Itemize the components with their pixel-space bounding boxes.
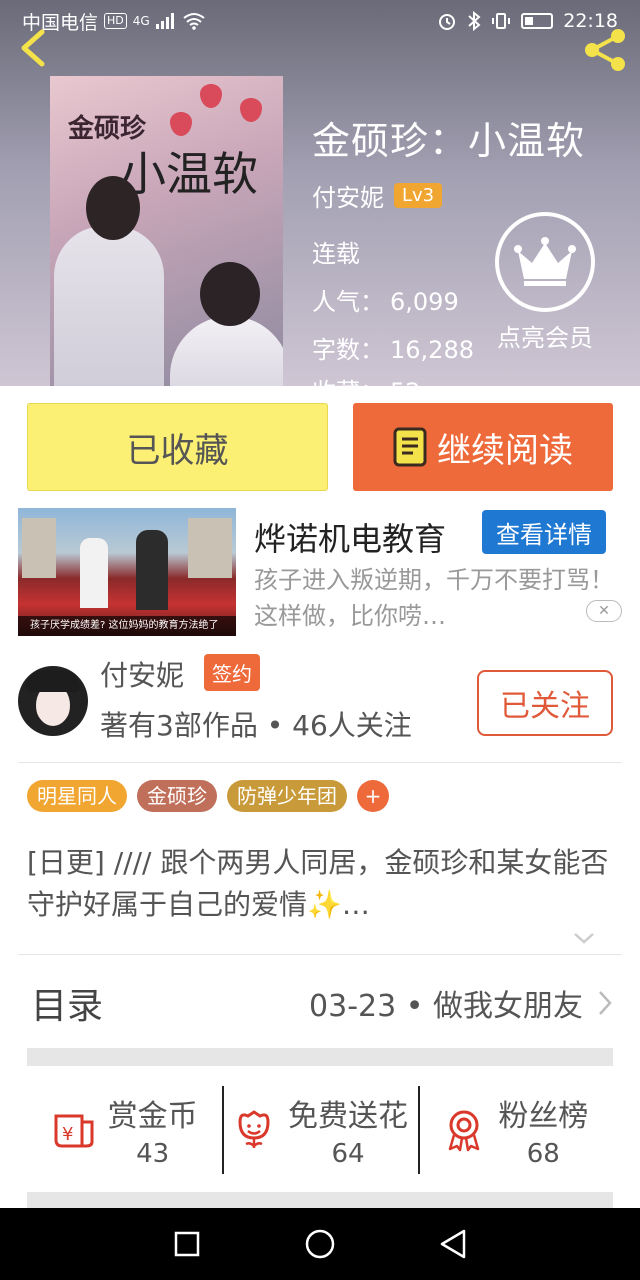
share-button[interactable] xyxy=(582,26,630,74)
back-nav-button[interactable] xyxy=(433,1224,473,1264)
chevron-right-icon xyxy=(599,991,612,1015)
ad-details-button[interactable]: 查看详情 xyxy=(482,510,606,554)
square-icon xyxy=(174,1231,199,1257)
divider xyxy=(18,762,622,763)
book-header: 中国电信 HD 4G 22:18 金硕珍 小温软 金硕珍：小温软 付安妮 Lv3… xyxy=(0,0,640,386)
divider xyxy=(18,954,622,955)
cover-figure-head xyxy=(86,176,140,240)
book-detail-panel: 已收藏 继续阅读 孩子厌学成绩差? 这位妈妈的教育方法绝了 烨诺机电教育 查看详… xyxy=(0,386,640,1208)
system-nav-bar xyxy=(0,1208,640,1280)
serial-status: 连载 xyxy=(312,240,360,268)
vibrate-icon xyxy=(492,13,511,29)
action-label: 赏金币 xyxy=(107,1099,198,1134)
ad-person xyxy=(80,538,108,608)
word-count: 字数： 16,288 xyxy=(312,336,474,364)
close-icon: ✕ xyxy=(598,603,610,619)
flower-icon xyxy=(238,1110,270,1148)
author-stats: 著有3部作品 • 46人关注 xyxy=(100,709,412,742)
ad-description: 孩子进入叛逆期，千万不要打骂！这样做，比你唠… xyxy=(254,566,614,630)
ad-title: 烨诺机电教育 xyxy=(254,520,447,558)
cover-figure xyxy=(54,226,164,386)
home-button[interactable] xyxy=(300,1224,340,1264)
continue-reading-label: 继续阅读 xyxy=(437,430,573,471)
tag[interactable]: 明星同人 xyxy=(27,780,127,812)
share-icon xyxy=(585,29,625,71)
continue-reading-button[interactable]: 继续阅读 xyxy=(353,403,613,491)
tag[interactable]: 金硕珍 xyxy=(137,780,217,812)
cover-figure-head xyxy=(200,262,260,326)
tag-list: 明星同人 金硕珍 防弹少年团 + xyxy=(27,780,389,812)
network-type: 4G xyxy=(132,14,150,28)
back-button[interactable] xyxy=(14,26,54,70)
chevron-left-icon xyxy=(21,29,45,67)
strawberry-decoration xyxy=(200,84,222,108)
book-icon xyxy=(393,427,427,467)
fan-ranking-button[interactable]: 粉丝榜 68 xyxy=(417,1086,613,1174)
hd-badge: HD xyxy=(104,13,127,29)
favorites-count: 收藏：52 xyxy=(312,372,421,386)
bluetooth-icon xyxy=(468,11,481,31)
ad-image-caption: 孩子厌学成绩差? 这位妈妈的教育方法绝了 xyxy=(18,616,236,636)
action-count: 68 xyxy=(526,1139,560,1169)
ad-banner[interactable]: 孩子厌学成绩差? 这位妈妈的教育方法绝了 烨诺机电教育 查看详情 孩子进入叛逆期… xyxy=(18,508,622,636)
action-count: 43 xyxy=(136,1139,170,1169)
level-badge: Lv3 xyxy=(394,183,443,208)
book-title: 金硕珍：小温软 xyxy=(312,119,586,163)
strawberry-decoration xyxy=(170,112,192,136)
vip-button[interactable]: 点亮会员 xyxy=(490,212,600,353)
vip-label: 点亮会员 xyxy=(497,324,593,352)
favorite-button[interactable]: 已收藏 xyxy=(27,403,328,491)
book-author[interactable]: 付安妮 xyxy=(312,178,384,213)
crown-icon xyxy=(514,237,576,286)
tag[interactable]: 防弹少年团 xyxy=(227,780,347,812)
battery-icon xyxy=(521,13,554,29)
action-bar: ¥ 赏金币 43 免费送花 64 粉丝榜 68 xyxy=(27,1086,613,1174)
svg-text:¥: ¥ xyxy=(62,1124,73,1145)
recent-apps-button[interactable] xyxy=(167,1224,207,1264)
book-cover[interactable]: 金硕珍 小温软 xyxy=(50,76,283,386)
coin-envelope-icon: ¥ xyxy=(54,1114,94,1148)
cover-figure xyxy=(170,316,283,386)
book-description: [日更] //// 跟个两男人同居，金硕珍和某女能否守护好属于自己的爱情✨… xyxy=(27,846,609,921)
medal-icon xyxy=(449,1110,480,1152)
action-label: 免费送花 xyxy=(287,1099,408,1134)
triangle-back-icon xyxy=(441,1229,466,1259)
chevron-down-icon[interactable] xyxy=(572,926,596,950)
latest-chapter: 03-23 • 做我女朋友 xyxy=(309,989,583,1024)
author-name: 付安妮 xyxy=(100,659,185,692)
status-bar: 中国电信 HD 4G 22:18 xyxy=(0,0,640,42)
popularity: 人气： 6,099 xyxy=(312,288,459,316)
cover-title-main: 小温软 xyxy=(120,147,258,201)
wifi-icon xyxy=(183,13,205,30)
send-flower-button[interactable]: 免费送花 64 xyxy=(222,1086,417,1174)
ad-close-button[interactable]: ✕ xyxy=(586,600,622,622)
toc-label: 目录 xyxy=(31,986,104,1027)
alarm-icon xyxy=(439,14,456,30)
author-card[interactable]: 付安妮 签约 著有3部作品 • 46人关注 已关注 xyxy=(18,654,622,750)
ad-person xyxy=(136,530,168,610)
action-count: 64 xyxy=(331,1139,365,1169)
action-label: 粉丝榜 xyxy=(498,1099,589,1134)
section-separator xyxy=(27,1192,613,1208)
ad-image[interactable]: 孩子厌学成绩差? 这位妈妈的教育方法绝了 xyxy=(18,508,236,636)
signed-badge: 签约 xyxy=(204,654,260,691)
signal-icon xyxy=(155,13,174,29)
reward-coins-button[interactable]: ¥ 赏金币 43 xyxy=(27,1086,222,1174)
follow-button[interactable]: 已关注 xyxy=(477,670,613,736)
section-separator xyxy=(27,1048,613,1066)
add-tag-button[interactable]: + xyxy=(357,780,389,812)
strawberry-decoration xyxy=(240,98,262,122)
table-of-contents-row[interactable]: 目录 03-23 • 做我女朋友 xyxy=(27,956,613,1050)
avatar[interactable] xyxy=(18,666,88,736)
circle-icon xyxy=(305,1229,335,1259)
